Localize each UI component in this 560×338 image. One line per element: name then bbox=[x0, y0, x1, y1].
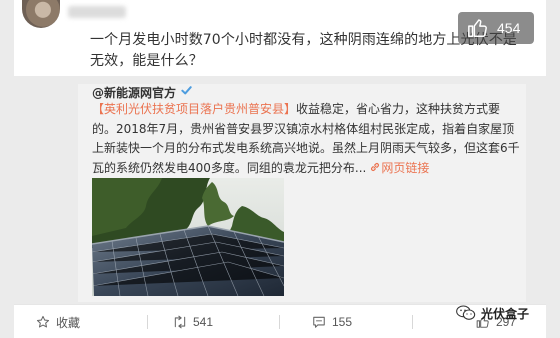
comment-count: 155 bbox=[332, 315, 353, 329]
reposted-weibo[interactable]: @新能源网官方 【英利光伏扶贫项目落户贵州普安县】收益稳定，省心省力，这种扶贫方… bbox=[78, 84, 526, 302]
repost-body: 【英利光伏扶贫项目落户贵州普安县】收益稳定，省心省力，这种扶贫方式要的。2018… bbox=[92, 100, 522, 178]
favorite-button[interactable]: 收藏 bbox=[36, 305, 80, 338]
repost-topic[interactable]: 【英利光伏扶贫项目落户贵州普安县】 bbox=[92, 102, 296, 116]
comment-button[interactable]: 155 bbox=[312, 305, 352, 338]
repost-icon bbox=[174, 315, 186, 329]
solar-panel-photo[interactable] bbox=[92, 178, 284, 296]
thumbs-up-icon bbox=[468, 19, 487, 37]
action-divider bbox=[412, 315, 413, 329]
web-link[interactable]: 网页链接 bbox=[366, 161, 429, 175]
wechat-logo-icon bbox=[456, 305, 476, 320]
star-icon bbox=[36, 315, 50, 328]
like-badge[interactable]: 454 bbox=[458, 12, 534, 44]
like-count: 454 bbox=[497, 20, 521, 36]
repost-author[interactable]: @新能源网官方 bbox=[92, 84, 176, 101]
action-divider bbox=[279, 315, 280, 329]
repost-count: 541 bbox=[193, 315, 214, 329]
commenter-name-blurred[interactable] bbox=[68, 6, 126, 18]
web-link-label: 网页链接 bbox=[381, 160, 430, 175]
watermark: 光伏盒子 bbox=[456, 302, 529, 324]
repost-button[interactable]: 541 bbox=[173, 305, 213, 338]
verified-icon bbox=[181, 86, 192, 95]
action-divider bbox=[147, 315, 148, 329]
watermark-label: 光伏盒子 bbox=[481, 306, 530, 321]
comment-icon bbox=[313, 316, 325, 328]
favorite-label: 收藏 bbox=[56, 315, 81, 330]
link-icon bbox=[371, 162, 380, 171]
